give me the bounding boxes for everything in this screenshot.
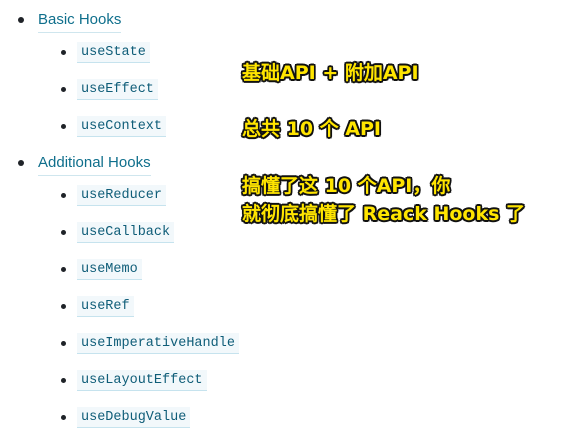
bullet-icon xyxy=(61,304,66,309)
bullet-icon xyxy=(61,230,66,235)
bullet-icon xyxy=(18,17,24,23)
bullet-icon xyxy=(61,415,66,420)
annotation-overlay: 基础API + 附加API 总共 10 个 API 搞懂了这 10 个API，你… xyxy=(242,60,562,240)
bullet-icon xyxy=(61,193,66,198)
useref-link[interactable]: useRef xyxy=(77,296,134,317)
usememo-link[interactable]: useMemo xyxy=(77,259,142,280)
useimperativehandle-link[interactable]: useImperativeHandle xyxy=(77,333,239,354)
bullet-icon xyxy=(61,50,66,55)
usestate-link[interactable]: useState xyxy=(77,42,150,63)
annotation-line-3: 搞懂了这 10 个API，你 xyxy=(242,175,451,197)
usecontext-link[interactable]: useContext xyxy=(77,116,167,137)
bullet-icon xyxy=(61,267,66,272)
bullet-icon xyxy=(61,87,66,92)
bullet-icon xyxy=(61,378,66,383)
usereducer-link[interactable]: useReducer xyxy=(77,185,167,206)
annotation-line-2: 总共 10 个 API xyxy=(242,118,381,140)
bullet-icon xyxy=(61,124,66,129)
usecallback-link[interactable]: useCallback xyxy=(77,222,175,243)
usedebugvalue-link[interactable]: useDebugValue xyxy=(77,407,191,428)
basic-hooks-link[interactable]: Basic Hooks xyxy=(38,8,122,33)
bullet-icon xyxy=(61,341,66,346)
useeffect-link[interactable]: useEffect xyxy=(77,79,158,100)
uselayouteffect-link[interactable]: useLayoutEffect xyxy=(77,370,207,391)
bullet-icon xyxy=(18,160,24,166)
annotation-line-4: 就彻底搞懂了 Reack Hooks 了 xyxy=(242,203,526,225)
annotation-line-1: 基础API + 附加API xyxy=(242,62,419,84)
additional-hooks-link[interactable]: Additional Hooks xyxy=(38,151,151,176)
hooks-list: Basic Hooks useState useEffect useContex… xyxy=(0,0,240,439)
